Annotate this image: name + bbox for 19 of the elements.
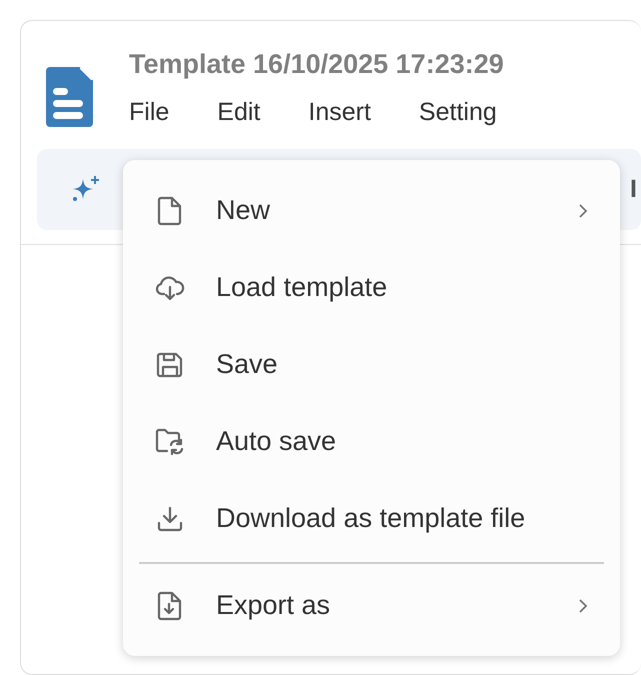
- folder-sync-icon: [155, 428, 185, 456]
- cloud-download-icon: [155, 274, 185, 302]
- download-icon: [156, 504, 184, 532]
- file-icon: [157, 196, 183, 226]
- menu-item[interactable]: Save: [123, 326, 620, 403]
- save-icon: [156, 350, 184, 378]
- menu-item[interactable]: Download as template file: [123, 480, 620, 557]
- file-export-icon: [157, 590, 183, 620]
- toolbar-label: I: [630, 175, 637, 204]
- menu-bar-item[interactable]: Insert: [304, 96, 375, 129]
- document-title: Template 16/10/2025 17:23:29: [129, 48, 504, 81]
- menu-item[interactable]: Export as: [123, 567, 620, 644]
- menu-bar-item[interactable]: File: [125, 96, 174, 129]
- menu-item[interactable]: Auto save: [123, 403, 620, 480]
- menu-bar-item[interactable]: Edit: [213, 96, 264, 129]
- menu-bar-item[interactable]: Setting: [414, 96, 501, 129]
- document-logo-icon: [46, 67, 93, 127]
- menu-item[interactable]: New: [123, 172, 620, 249]
- menu-item[interactable]: Load template: [123, 249, 620, 326]
